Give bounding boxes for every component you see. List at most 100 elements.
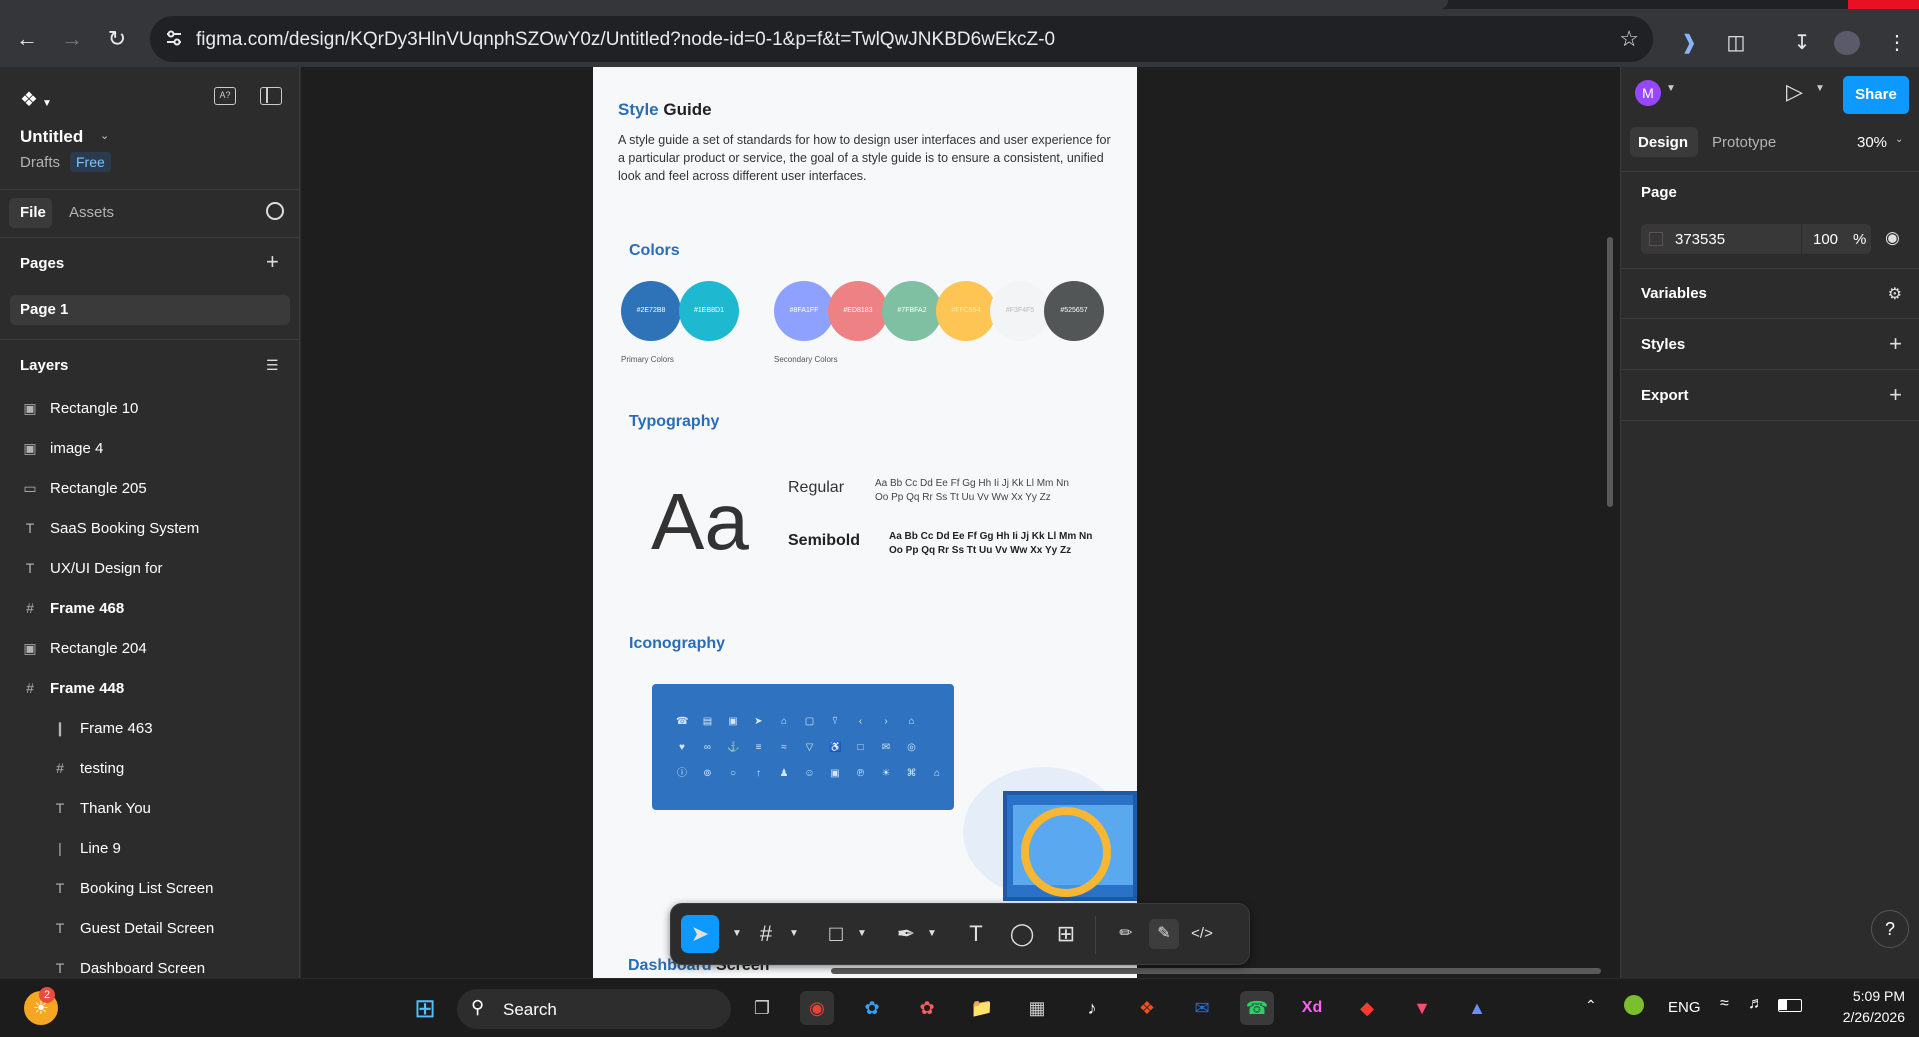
layer-row[interactable]: T SaaS Booking System <box>0 509 300 549</box>
color-swatch[interactable] <box>1649 232 1663 246</box>
chevron-down-icon[interactable]: ▼ <box>1666 83 1676 94</box>
page-item-page-1[interactable]: Page 1 <box>10 295 290 325</box>
chevron-down-icon[interactable]: ▼ <box>779 919 809 949</box>
variables-section[interactable]: Variables ⚙ <box>1621 268 1919 319</box>
visibility-eye-icon[interactable]: ◉ <box>1885 228 1900 248</box>
adobe-xd-icon[interactable]: Xd <box>1295 991 1329 1025</box>
chevron-down-icon[interactable]: ⌄ <box>1895 134 1903 145</box>
layer-row[interactable]: T Guest Detail Screen <box>0 909 300 949</box>
design-mode-icon[interactable]: ✎ <box>1149 919 1179 949</box>
add-page-icon[interactable]: + <box>266 249 279 275</box>
chevron-down-icon[interactable]: ▼ <box>1815 83 1825 94</box>
help-button[interactable]: ? <box>1871 910 1909 948</box>
figma-menu-icon[interactable]: ❖ ▼ <box>20 87 60 111</box>
chevron-down-icon[interactable]: ▼ <box>847 919 877 949</box>
styles-section[interactable]: Styles + <box>1621 319 1919 370</box>
profile-avatar[interactable] <box>1834 31 1860 55</box>
chrome-icon[interactable]: ◉ <box>800 991 834 1025</box>
outlook-icon[interactable]: ✉ <box>1185 991 1219 1025</box>
whatsapp-icon[interactable]: ☎ <box>1240 991 1274 1025</box>
frame-tool-icon[interactable]: # <box>751 919 781 949</box>
address-bar[interactable]: figma.com/design/KQrDy3HlnVUqnphSZOwY0z/… <box>150 16 1653 62</box>
window-close-strip[interactable] <box>1848 0 1919 9</box>
bookmark-star-icon[interactable]: ☆ <box>1619 26 1639 52</box>
copilot-icon[interactable]: ✿ <box>910 991 944 1025</box>
tab-prototype[interactable]: Prototype <box>1712 134 1776 151</box>
draw-mode-icon[interactable]: ✏ <box>1111 919 1141 949</box>
language-indicator[interactable]: ENG <box>1668 999 1701 1016</box>
tiktok-icon[interactable]: ♪ <box>1075 991 1109 1025</box>
volume-icon[interactable]: ♬ <box>1748 995 1764 1013</box>
layer-row[interactable]: ▣ Rectangle 10 <box>0 389 300 429</box>
battery-icon[interactable] <box>1778 999 1802 1012</box>
file-explorer-icon[interactable]: 📁 <box>965 991 999 1025</box>
chevron-down-icon[interactable]: ⌄ <box>100 129 109 142</box>
ai-icon[interactable]: A? <box>214 87 236 105</box>
tab-file[interactable]: File <box>9 198 52 228</box>
horizontal-scrollbar[interactable] <box>831 968 1601 974</box>
layer-row[interactable]: # Frame 448 <box>0 669 300 709</box>
reload-icon[interactable]: ↻ <box>105 27 129 51</box>
collapse-layers-icon[interactable]: ☰ <box>266 357 279 374</box>
style-guide-frame[interactable]: Style Guide A style guide a set of stand… <box>593 67 1137 978</box>
add-style-icon[interactable]: + <box>1889 331 1902 357</box>
tab-assets[interactable]: Assets <box>69 204 114 221</box>
user-avatar[interactable]: M <box>1635 80 1661 106</box>
comment-tool-icon[interactable]: ◯ <box>1007 919 1037 949</box>
tray-chevron-up-icon[interactable]: ⌃ <box>1585 997 1597 1014</box>
windows-start-icon[interactable]: ⊞ <box>408 991 442 1025</box>
app-icon[interactable]: ▼ <box>1405 991 1439 1025</box>
layer-row[interactable]: | Line 9 <box>0 829 300 869</box>
back-icon[interactable]: ← <box>15 27 39 51</box>
active-tab[interactable] <box>0 0 1448 9</box>
taskbar-search[interactable]: ⚲ Search <box>457 989 731 1029</box>
tab-design[interactable]: Design <box>1630 127 1698 157</box>
site-settings-icon[interactable] <box>164 28 184 48</box>
app-icon[interactable]: ▲ <box>1460 991 1494 1025</box>
layer-row[interactable]: T Booking List Screen <box>0 869 300 909</box>
forward-icon[interactable]: → <box>60 27 84 51</box>
layer-row[interactable]: ▭ Rectangle 205 <box>0 469 300 509</box>
present-play-icon[interactable]: ▷ <box>1786 79 1803 105</box>
layer-row[interactable]: # Frame 468 <box>0 589 300 629</box>
chevron-down-icon[interactable]: ▼ <box>722 919 752 949</box>
layer-row[interactable]: ❙ Frame 463 <box>0 709 300 749</box>
broadcast-icon[interactable]: ❱ <box>1676 31 1702 55</box>
figma-app-icon[interactable]: ❖ <box>1130 991 1164 1025</box>
move-tool-icon[interactable]: ➤ <box>681 915 719 953</box>
share-button[interactable]: Share <box>1843 76 1909 114</box>
file-location[interactable]: Drafts <box>20 154 60 171</box>
tray-app-icon[interactable] <box>1624 995 1644 1015</box>
chevron-down-icon[interactable]: ▼ <box>917 919 947 949</box>
clock-date[interactable]: 2/26/2026 <box>1815 1009 1905 1025</box>
more-menu-icon[interactable]: ⋮ <box>1884 31 1910 55</box>
vertical-scrollbar[interactable] <box>1607 237 1613 507</box>
task-view-icon[interactable]: ❐ <box>745 991 779 1025</box>
extensions-icon[interactable]: ◫ <box>1723 31 1749 55</box>
canvas[interactable]: Style Guide A style guide a set of stand… <box>301 67 1620 978</box>
file-name[interactable]: Untitled <box>20 127 83 147</box>
sidebar-toggle-icon[interactable] <box>260 87 282 105</box>
layer-row[interactable]: ▣ Rectangle 204 <box>0 629 300 669</box>
text-tool-icon[interactable]: T <box>961 919 991 949</box>
wifi-icon[interactable]: ≈ <box>1720 995 1729 1013</box>
anydesk-icon[interactable]: ◆ <box>1350 991 1384 1025</box>
search-icon[interactable] <box>266 202 284 220</box>
export-section[interactable]: Export + <box>1621 370 1919 421</box>
clock-time[interactable]: 5:09 PM <box>1815 988 1905 1004</box>
variables-settings-icon[interactable]: ⚙ <box>1888 284 1902 304</box>
page-fill-hex[interactable]: 373535 <box>1675 231 1725 248</box>
download-icon[interactable]: ↧ <box>1789 31 1815 55</box>
edge-icon[interactable]: ✿ <box>855 991 889 1025</box>
layer-row[interactable]: T Thank You <box>0 789 300 829</box>
add-export-icon[interactable]: + <box>1889 382 1902 408</box>
layer-row[interactable]: ▣ image 4 <box>0 429 300 469</box>
page-fill-field[interactable]: 373535 100 % <box>1641 224 1871 254</box>
dev-mode-icon[interactable]: </> <box>1187 919 1217 949</box>
actions-icon[interactable]: ⊞ <box>1051 919 1081 949</box>
layer-row[interactable]: # testing <box>0 749 300 789</box>
page-fill-opacity[interactable]: 100 <box>1813 231 1838 248</box>
layer-row[interactable]: T UX/UI Design for <box>0 549 300 589</box>
zoom-level[interactable]: 30% <box>1857 134 1887 151</box>
url-text[interactable]: figma.com/design/KQrDy3HlnVUqnphSZOwY0z/… <box>196 29 1055 51</box>
